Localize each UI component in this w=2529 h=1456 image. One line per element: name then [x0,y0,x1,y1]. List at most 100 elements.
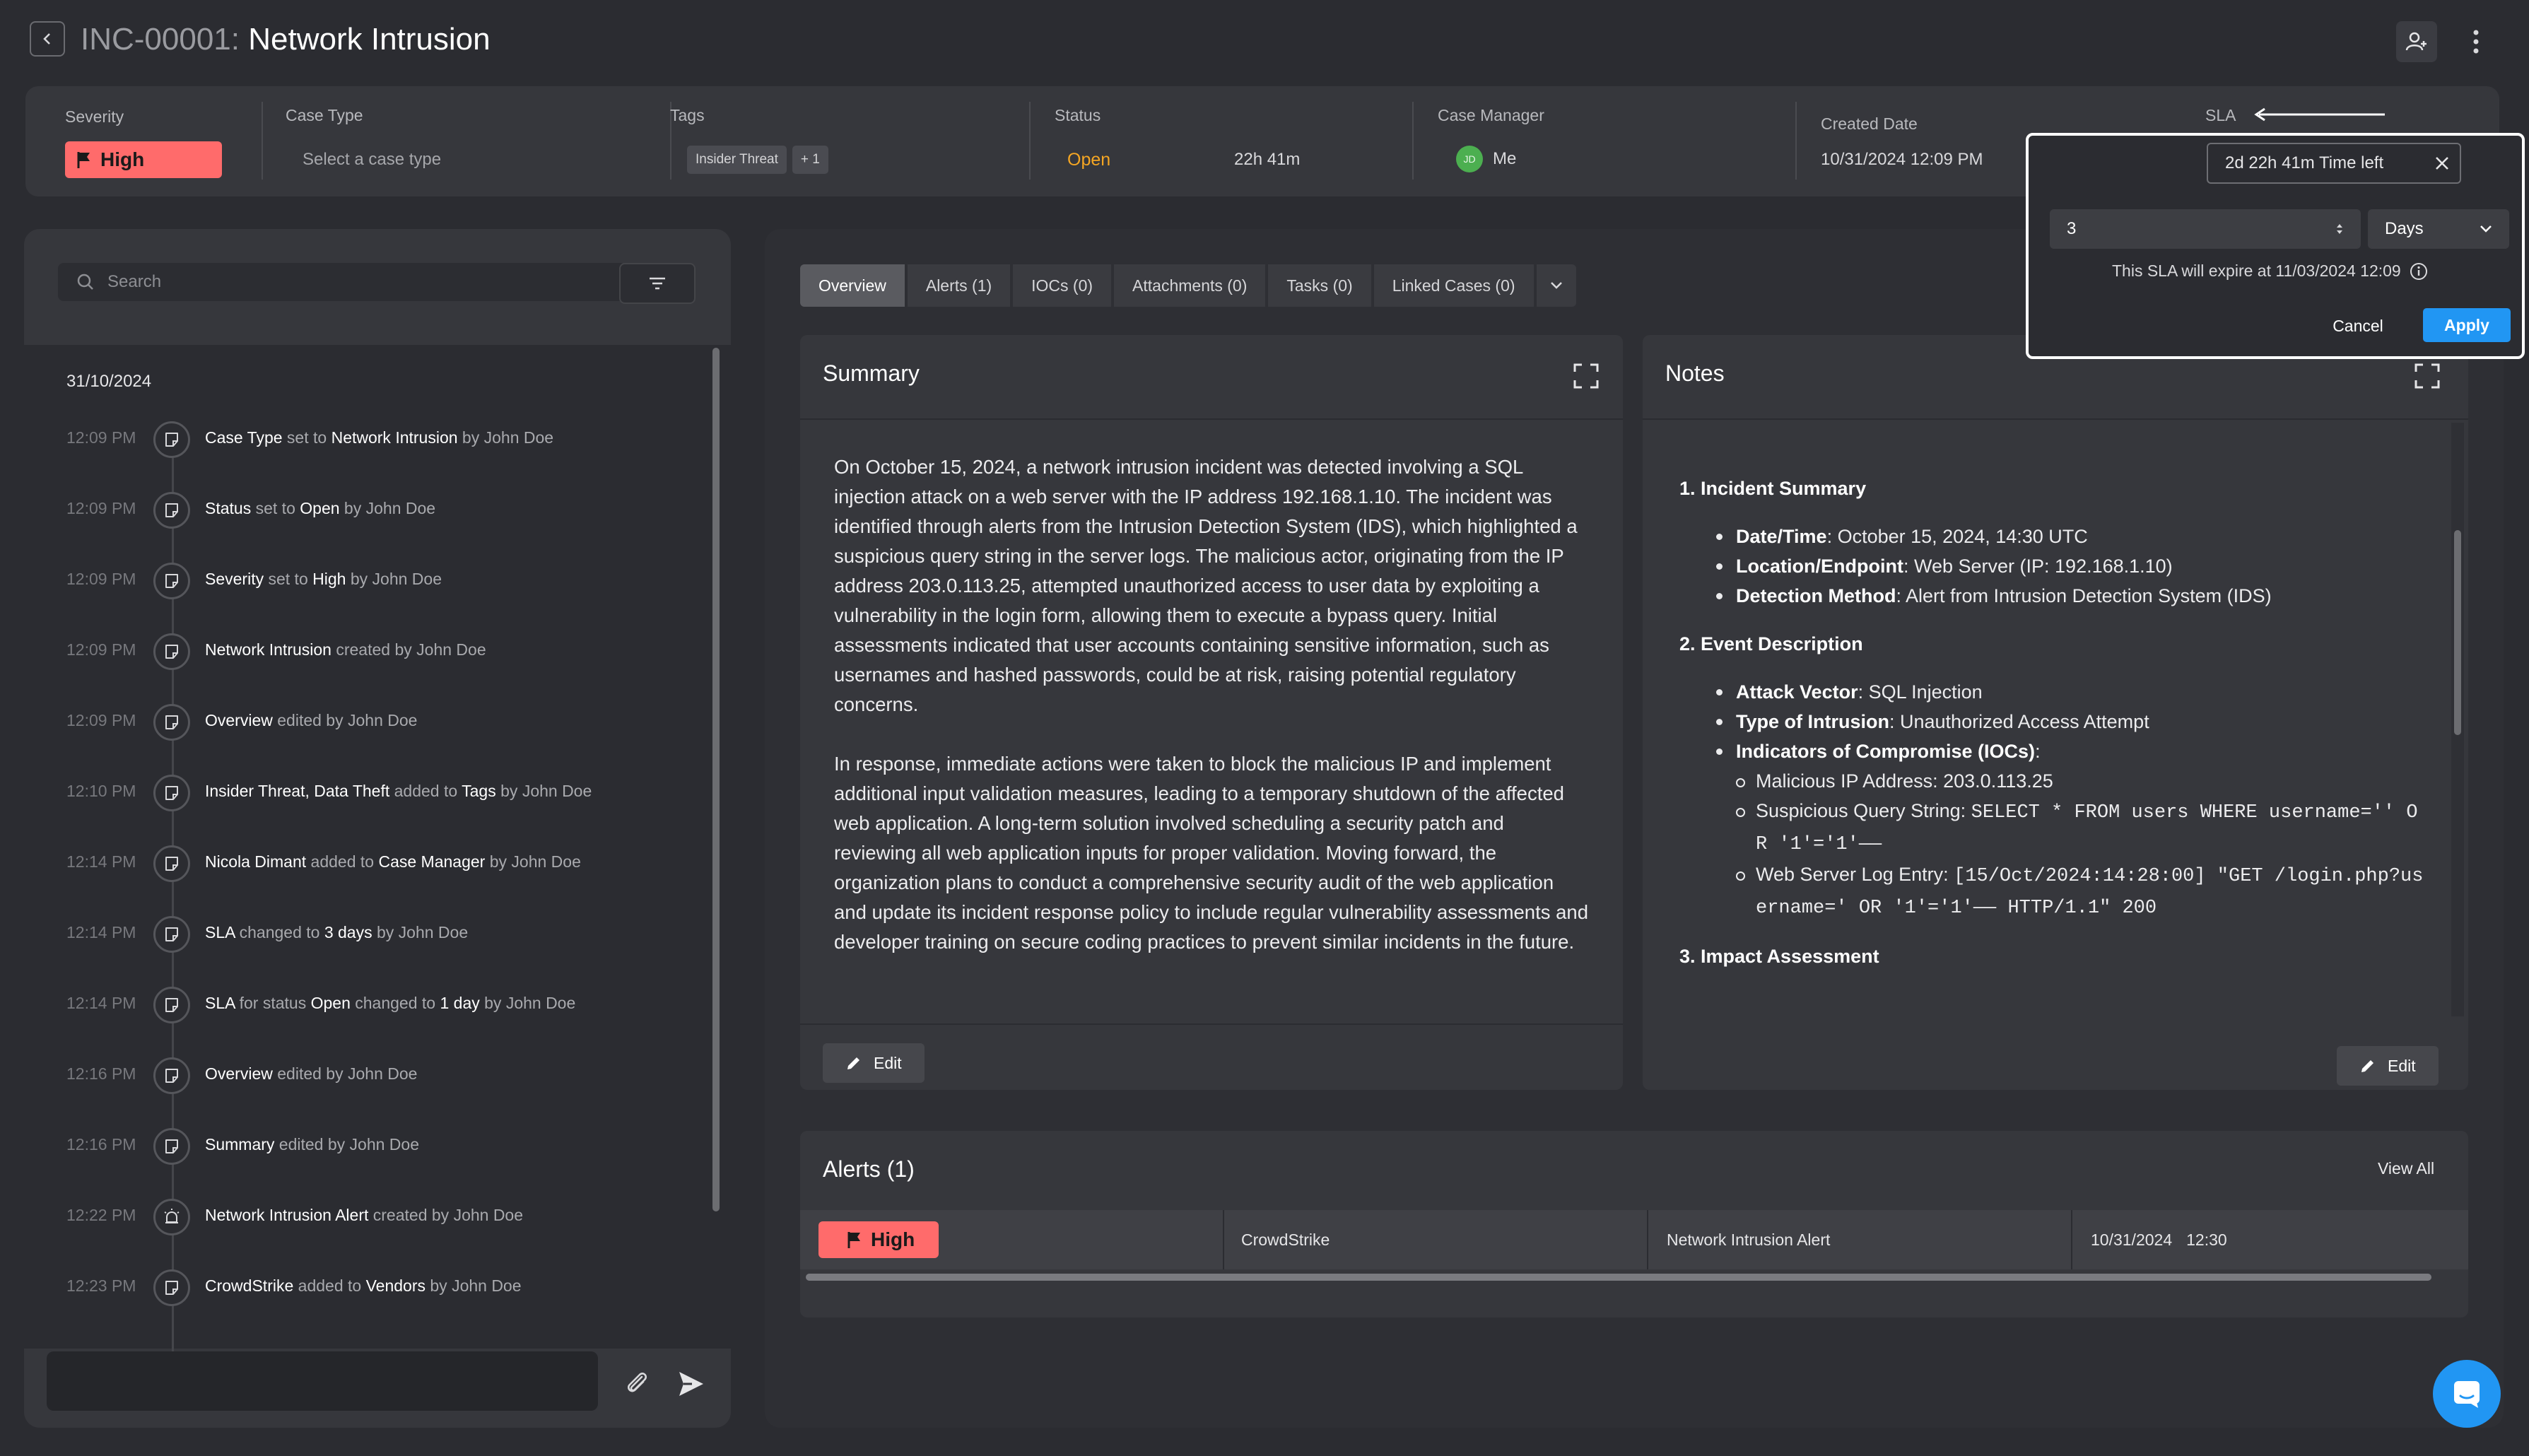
sla-duration-stepper[interactable]: 3 [2050,209,2361,249]
activity-text: Status set to Open by John Doe [205,499,436,517]
alerts-horizontal-scrollbar[interactable] [806,1274,2431,1281]
tab-tasks[interactable]: Tasks (0) [1268,264,1371,307]
notes-scrollbar[interactable] [2454,530,2461,735]
ioc-list: Malicious IP Address: 203.0.113.25 Suspi… [1679,766,2429,923]
divider [1412,102,1414,180]
info-icon [2410,262,2428,281]
activity-time: 12:09 PM [66,640,136,659]
summary-text: On October 15, 2024, a network intrusion… [834,452,1590,987]
alert-date: 10/31/2024 [2091,1230,2173,1249]
note-icon [153,1269,190,1306]
summary-expand-button[interactable] [1569,359,1603,393]
tab-more-button[interactable] [1536,264,1576,307]
severity-value: High [871,1228,915,1250]
list-item: 12:09 PM Status set to Open by John Doe [24,485,703,534]
tab-linked-cases[interactable]: Linked Cases (0) [1373,264,1534,307]
list-item: Location/Endpoint: Web Server (IP: 192.1… [1716,551,2429,581]
status-value[interactable]: Open [1067,150,1110,170]
created-date-value: 10/31/2024 12:09 PM [1821,150,1983,169]
note-icon [153,563,190,599]
sla-apply-button[interactable]: Apply [2423,308,2511,342]
alerts-title: Alerts (1) [823,1156,915,1182]
sla-unit-select[interactable]: Days [2368,209,2509,249]
activity-text: Network Intrusion Alert created by John … [205,1206,524,1224]
comment-input[interactable] [47,1351,598,1411]
tab-iocs[interactable]: IOCs (0) [1013,264,1112,307]
created-date-label: Created Date [1821,115,1918,133]
notes-heading: 1. Incident Summary [1679,478,1867,499]
tag-chip[interactable]: Insider Threat [687,146,787,174]
activity-search[interactable] [58,263,626,301]
severity-badge[interactable]: High [65,141,222,178]
tag-more-chip[interactable]: + 1 [792,146,828,174]
sla-cancel-button[interactable]: Cancel [2316,310,2400,342]
stepper-arrows-icon[interactable] [2335,223,2344,235]
activity-feed: 31/10/2024 12:09 PM Case Type set to Netw… [24,345,731,1363]
activity-time: 12:16 PM [66,1064,136,1083]
list-item: 12:16 PM Overview edited by John Doe [24,1050,703,1100]
case-manager-select[interactable]: JD Me [1456,146,1516,172]
send-icon [676,1369,706,1399]
tab-alerts[interactable]: Alerts (1) [907,264,1011,307]
case-type-select[interactable]: Select a case type [303,150,441,170]
activity-time: 12:14 PM [66,923,136,941]
filter-button[interactable] [619,263,696,304]
chat-support-button[interactable] [2433,1360,2501,1428]
sla-input[interactable]: 2d 22h 41m Time left [2207,143,2461,184]
avatar: JD [1456,146,1483,172]
activity-text: Overview edited by John Doe [205,711,418,729]
alarm-icon [153,1199,190,1235]
send-button[interactable] [671,1364,711,1404]
notes-edit-button[interactable]: Edit [2337,1046,2439,1086]
activity-text: Overview edited by John Doe [205,1064,418,1083]
search-input[interactable] [107,272,602,292]
arrow-left-icon [2252,106,2386,123]
list-item: Indicators of Compromise (IOCs): [1716,736,2429,766]
activity-time: 12:14 PM [66,852,136,871]
more-options-button[interactable] [2458,21,2494,62]
sla-expire-note: This SLA will expire at 11/03/2024 12:09 [2112,262,2428,281]
notes-list: Attack Vector: SQL Injection Type of Int… [1679,677,2429,766]
list-item: 12:16 PM Summary edited by John Doe [24,1121,703,1170]
severity-label: Severity [65,107,124,126]
filter-icon [648,276,667,290]
flag-icon [76,151,92,169]
list-item: Attack Vector: SQL Injection [1716,677,2429,707]
activity-text: SLA changed to 3 days by John Doe [205,923,469,941]
notes-text: 1. Incident Summary Date/Time: October 1… [1679,474,2429,990]
tab-attachments[interactable]: Attachments (0) [1114,264,1266,307]
note-icon [153,1057,190,1094]
list-item: Malicious IP Address: 203.0.113.25 [1736,766,2429,796]
sla-clear-button[interactable] [2424,144,2460,182]
alert-vendor-cell: CrowdStrike [1224,1210,1648,1269]
note-icon [153,775,190,811]
activity-text: Severity set to High by John Doe [205,570,442,588]
attach-button[interactable] [618,1364,657,1404]
assign-user-button[interactable] [2396,21,2437,62]
sla-expire-text: This SLA will expire at 11/03/2024 12:09 [2112,262,2401,280]
list-item: Web Server Log Entry: [15/Oct/2024:14:28… [1736,859,2429,923]
list-item: 12:09 PM Overview edited by John Doe [24,697,703,746]
activity-scrollbar[interactable] [712,348,720,1211]
activity-time: 12:14 PM [66,994,136,1012]
list-item: Detection Method: Alert from Intrusion D… [1716,581,2429,611]
activity-text: CrowdStrike added to Vendors by John Doe [205,1276,522,1295]
view-all-link[interactable]: View All [2378,1159,2434,1178]
summary-edit-button[interactable]: Edit [823,1043,925,1083]
main-panel: Overview Alerts (1) IOCs (0) Attachments… [765,229,2504,1428]
case-manager-label: Case Manager [1438,106,1544,124]
alerts-card: Alerts (1) View All High CrowdStrike Net… [800,1131,2468,1317]
comment-composer[interactable] [47,1351,598,1411]
table-row[interactable]: High CrowdStrike Network Intrusion Alert… [800,1210,2468,1269]
summary-paragraph: In response, immediate actions were take… [834,753,1589,953]
back-button[interactable] [30,21,65,57]
activity-date: 31/10/2024 [66,372,152,391]
sla-unit-value: Days [2385,219,2424,238]
notes-expand-button[interactable] [2410,359,2444,393]
tab-overview[interactable]: Overview [800,264,905,307]
note-icon [153,421,190,458]
tags-list[interactable]: Insider Threat + 1 [687,146,828,174]
notes-heading: 2. Event Description [1679,633,1863,654]
alert-severity-cell: High [800,1210,1224,1269]
divider [1795,102,1797,180]
